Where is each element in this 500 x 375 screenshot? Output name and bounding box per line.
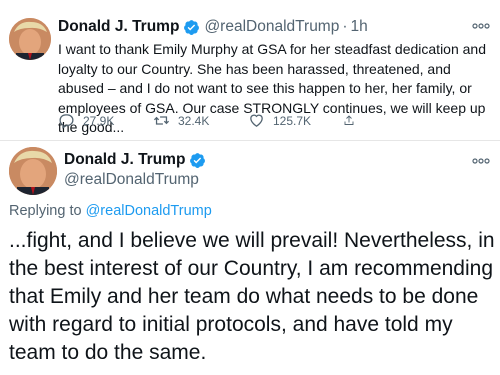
tweet-first[interactable]: Donald J. Trump @realDonaldTrump · 1h I … <box>0 0 500 138</box>
tweet-actions: 27.9K 32.4K 125.7K <box>58 112 438 129</box>
reply-button[interactable]: 27.9K <box>58 112 153 129</box>
reply-count: 27.9K <box>83 113 115 128</box>
like-button[interactable]: 125.7K <box>248 112 343 129</box>
more-options-icon[interactable] <box>472 151 490 167</box>
avatar-image <box>9 147 57 195</box>
author-name[interactable]: Donald J. Trump <box>64 151 185 169</box>
verified-badge-icon <box>189 152 206 169</box>
tweet-second[interactable]: Donald J. Trump @realDonaldTrump Replyin… <box>0 141 500 375</box>
reply-icon <box>59 114 74 129</box>
retweet-count: 32.4K <box>178 113 210 128</box>
author-handle[interactable]: @realDonaldTrump <box>64 171 199 189</box>
avatar-image <box>9 18 51 60</box>
retweet-button[interactable]: 32.4K <box>153 112 248 129</box>
share-icon <box>344 115 354 125</box>
share-button[interactable] <box>343 112 363 129</box>
replying-to-link[interactable]: @realDonaldTrump <box>86 203 212 219</box>
replying-to-line: Replying to @realDonaldTrump <box>9 203 212 219</box>
author-handle[interactable]: @realDonaldTrump <box>204 18 339 36</box>
avatar[interactable] <box>9 147 57 195</box>
verified-badge-icon <box>183 19 200 36</box>
tweet-header: Donald J. Trump @realDonaldTrump · 1h <box>58 18 368 36</box>
heart-icon <box>250 114 263 127</box>
like-count: 125.7K <box>273 113 312 128</box>
more-options-icon[interactable] <box>472 16 490 32</box>
author-name-row: Donald J. Trump <box>64 151 210 169</box>
separator-dot: · <box>342 18 348 35</box>
tweet-timestamp[interactable]: 1h <box>351 18 368 36</box>
author-name[interactable]: Donald J. Trump <box>58 18 179 36</box>
retweet-icon <box>153 116 170 125</box>
avatar[interactable] <box>9 18 51 60</box>
replying-prefix: Replying to <box>9 203 82 219</box>
tweet-text: ...fight, and I believe we will prevail!… <box>9 229 495 364</box>
